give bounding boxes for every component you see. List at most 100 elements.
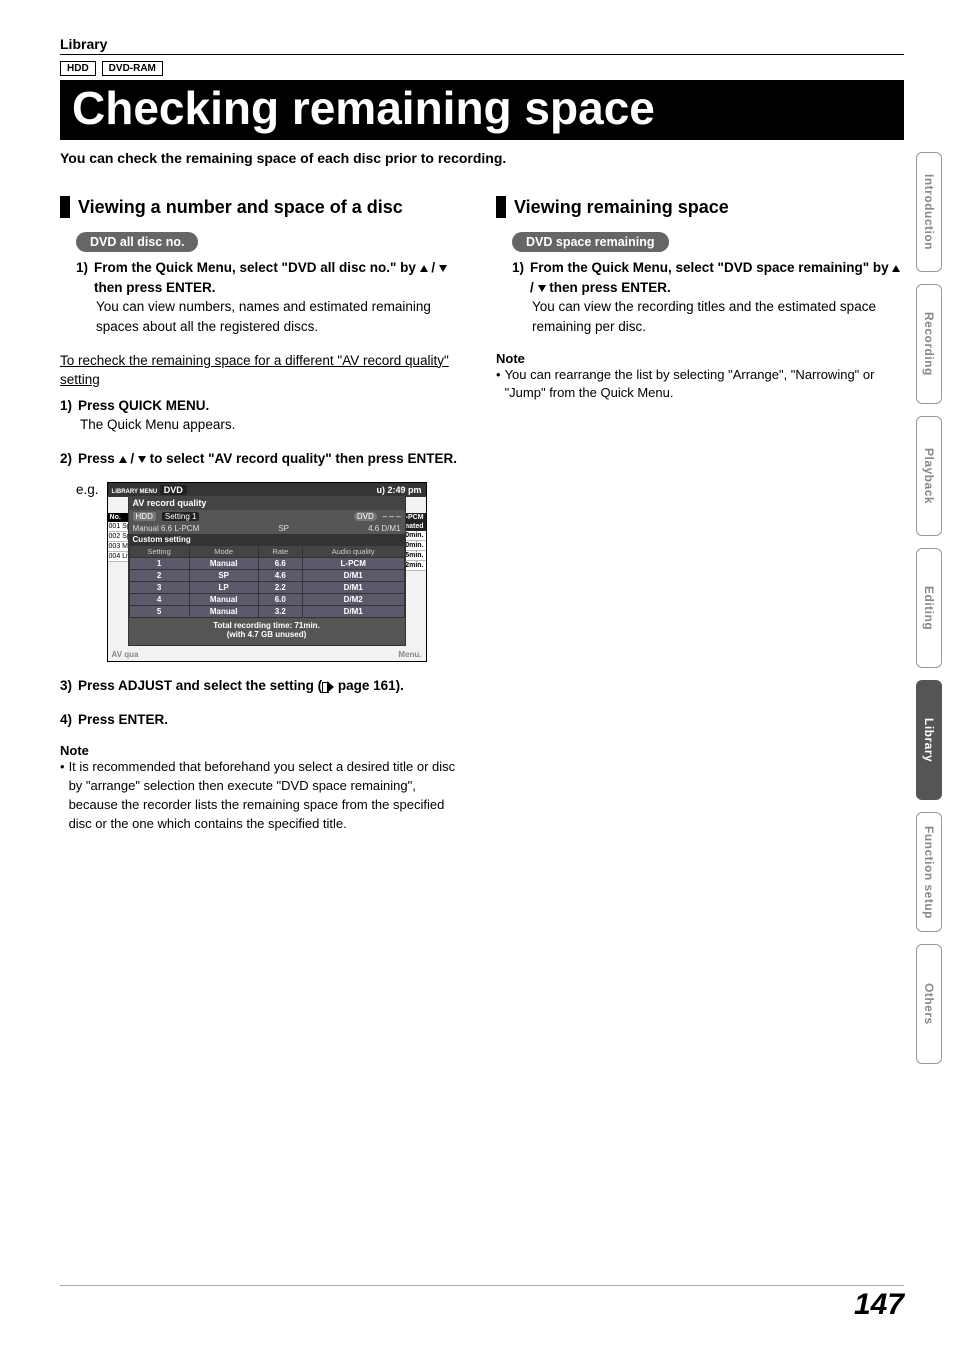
side-tab-label: Playback — [922, 448, 936, 504]
side-tab-label: Others — [922, 983, 936, 1025]
section-label: Library — [60, 36, 904, 52]
step-text-part: then press ENTER. — [94, 280, 216, 295]
step-text-part: page 161). — [334, 678, 404, 693]
side-tab-library[interactable]: Library — [916, 680, 942, 800]
step-text: Press QUICK MENU. — [78, 396, 468, 416]
step-text-part: / — [530, 280, 538, 295]
note-text: You can rearrange the list by selecting … — [505, 366, 904, 404]
osd-settings-table: Setting Mode Rate Audio quality 1Manual6… — [129, 545, 405, 618]
side-tab-recording[interactable]: Recording — [916, 284, 942, 404]
right-column: Viewing remaining space DVD space remain… — [496, 196, 904, 834]
step-text-part: Press ADJUST and select the setting ( — [78, 678, 322, 693]
step-text-part: From the Quick Menu, select "DVD all dis… — [94, 260, 420, 275]
osd-hdd-icon: HDD — [133, 512, 156, 521]
step-number: 3) — [60, 676, 72, 696]
page-ref-arrow-icon — [322, 681, 334, 692]
step-text: From the Quick Menu, select "DVD space r… — [530, 258, 904, 297]
osd-clock: u) 2:49 pm — [377, 485, 422, 495]
side-tab-others[interactable]: Others — [916, 944, 942, 1064]
osd-setting-chip: Setting 1 — [162, 512, 200, 521]
step-number: 2) — [60, 449, 72, 469]
side-tab-label: Recording — [922, 312, 936, 376]
up-arrow-icon — [420, 265, 428, 272]
bullet-icon: • — [60, 758, 65, 833]
step-text: Press ENTER. — [78, 710, 468, 730]
note-label: Note — [60, 743, 468, 758]
step-number: 1) — [512, 258, 524, 297]
step-text: Press ADJUST and select the setting ( pa… — [78, 676, 468, 696]
step-text-part: Press — [78, 451, 119, 466]
osd-bottom-left: AV qua — [112, 650, 139, 659]
step-text-part: / — [127, 451, 138, 466]
pill-dvd-space-remaining: DVD space remaining — [512, 232, 669, 252]
down-arrow-icon — [138, 456, 146, 463]
step-body: The Quick Menu appears. — [80, 415, 468, 435]
table-row: 4Manual6.0D/M2 — [129, 594, 404, 606]
section-title-left: Viewing a number and space of a disc — [78, 197, 403, 218]
note-label: Note — [496, 351, 904, 366]
note-text: It is recommended that beforehand you se… — [69, 758, 468, 833]
footer-rule — [60, 1285, 904, 1286]
osd-status-mid: SP — [278, 524, 289, 533]
media-tag-dvdram: DVD-RAM — [102, 61, 163, 76]
osd-total: Total recording time: 71min. (with 4.7 G… — [129, 618, 405, 645]
table-row: 3LP2.2D/M1 — [129, 582, 404, 594]
side-tab-label: Library — [922, 718, 936, 762]
osd-total-line2: (with 4.7 GB unused) — [131, 630, 403, 639]
example-label: e.g. — [76, 482, 99, 497]
osd-dvd-text: – – – — [383, 512, 401, 521]
osd-total-line1: Total recording time: 71min. — [131, 621, 403, 630]
section-bar-icon — [60, 196, 70, 218]
osd-panel: AV record quality HDD Setting 1 DVD – – … — [128, 495, 406, 646]
down-arrow-icon — [439, 265, 447, 272]
osd-th: Mode — [189, 546, 258, 558]
bullet-icon: • — [496, 366, 501, 404]
table-row: 5Manual3.2D/M1 — [129, 606, 404, 618]
step-body: You can view the recording titles and th… — [532, 297, 904, 336]
media-tags: HDD DVD-RAM — [60, 61, 904, 76]
pill-dvd-all-disc-no: DVD all disc no. — [76, 232, 198, 252]
side-tab-editing[interactable]: Editing — [916, 548, 942, 668]
osd-panel-title: AV record quality — [129, 496, 405, 510]
side-tab-label: Introduction — [922, 174, 936, 250]
table-row: 1Manual6.6L-PCM — [129, 558, 404, 570]
osd-th: Audio quality — [302, 546, 404, 558]
left-column: Viewing a number and space of a disc DVD… — [60, 196, 468, 834]
side-tab-label: Editing — [922, 586, 936, 630]
osd-dvd-icon: DVD — [354, 512, 377, 521]
side-tab-playback[interactable]: Playback — [916, 416, 942, 536]
side-tab-introduction[interactable]: Introduction — [916, 152, 942, 272]
osd-top-tab: DVD — [160, 485, 187, 495]
step-body: You can view numbers, names and estimate… — [96, 297, 468, 336]
intro-text: You can check the remaining space of eac… — [60, 150, 904, 166]
section-bar-icon — [496, 196, 506, 218]
down-arrow-icon — [538, 285, 546, 292]
step-text: Press / to select "AV record quality" th… — [78, 449, 468, 469]
step-text-part: to select "AV record quality" then press… — [146, 451, 457, 466]
table-row: 2SP4.6D/M1 — [129, 570, 404, 582]
header-rule — [60, 54, 904, 55]
side-tab-label: Function setup — [922, 826, 936, 919]
osd-th: Setting — [129, 546, 189, 558]
osd-bottom-right: Menu. — [398, 650, 421, 659]
up-arrow-icon — [892, 265, 900, 272]
step-number: 4) — [60, 710, 72, 730]
page-title: Checking remaining space — [60, 80, 904, 140]
side-tabs: Introduction Recording Playback Editing … — [916, 152, 942, 1064]
step-text-part: From the Quick Menu, select "DVD space r… — [530, 260, 892, 275]
section-title-right: Viewing remaining space — [514, 197, 729, 218]
osd-th: Rate — [258, 546, 302, 558]
page-number: 147 — [854, 1288, 904, 1322]
osd-screenshot: LIBRARY MENU DVD u) 2:49 pm No. 001 Sp 0… — [107, 482, 427, 662]
step-text-part: then press ENTER. — [546, 280, 671, 295]
up-arrow-icon — [119, 456, 127, 463]
side-tab-function-setup[interactable]: Function setup — [916, 812, 942, 932]
osd-custom-setting-head: Custom setting — [129, 534, 405, 545]
step-number: 1) — [60, 396, 72, 416]
osd-status-left: Manual 6.6 L-PCM — [133, 524, 200, 533]
step-number: 1) — [76, 258, 88, 297]
recheck-subtitle: To recheck the remaining space for a dif… — [60, 351, 468, 390]
step-text: From the Quick Menu, select "DVD all dis… — [94, 258, 468, 297]
media-tag-hdd: HDD — [60, 61, 96, 76]
osd-status-right: 4.6 D/M1 — [368, 524, 400, 533]
